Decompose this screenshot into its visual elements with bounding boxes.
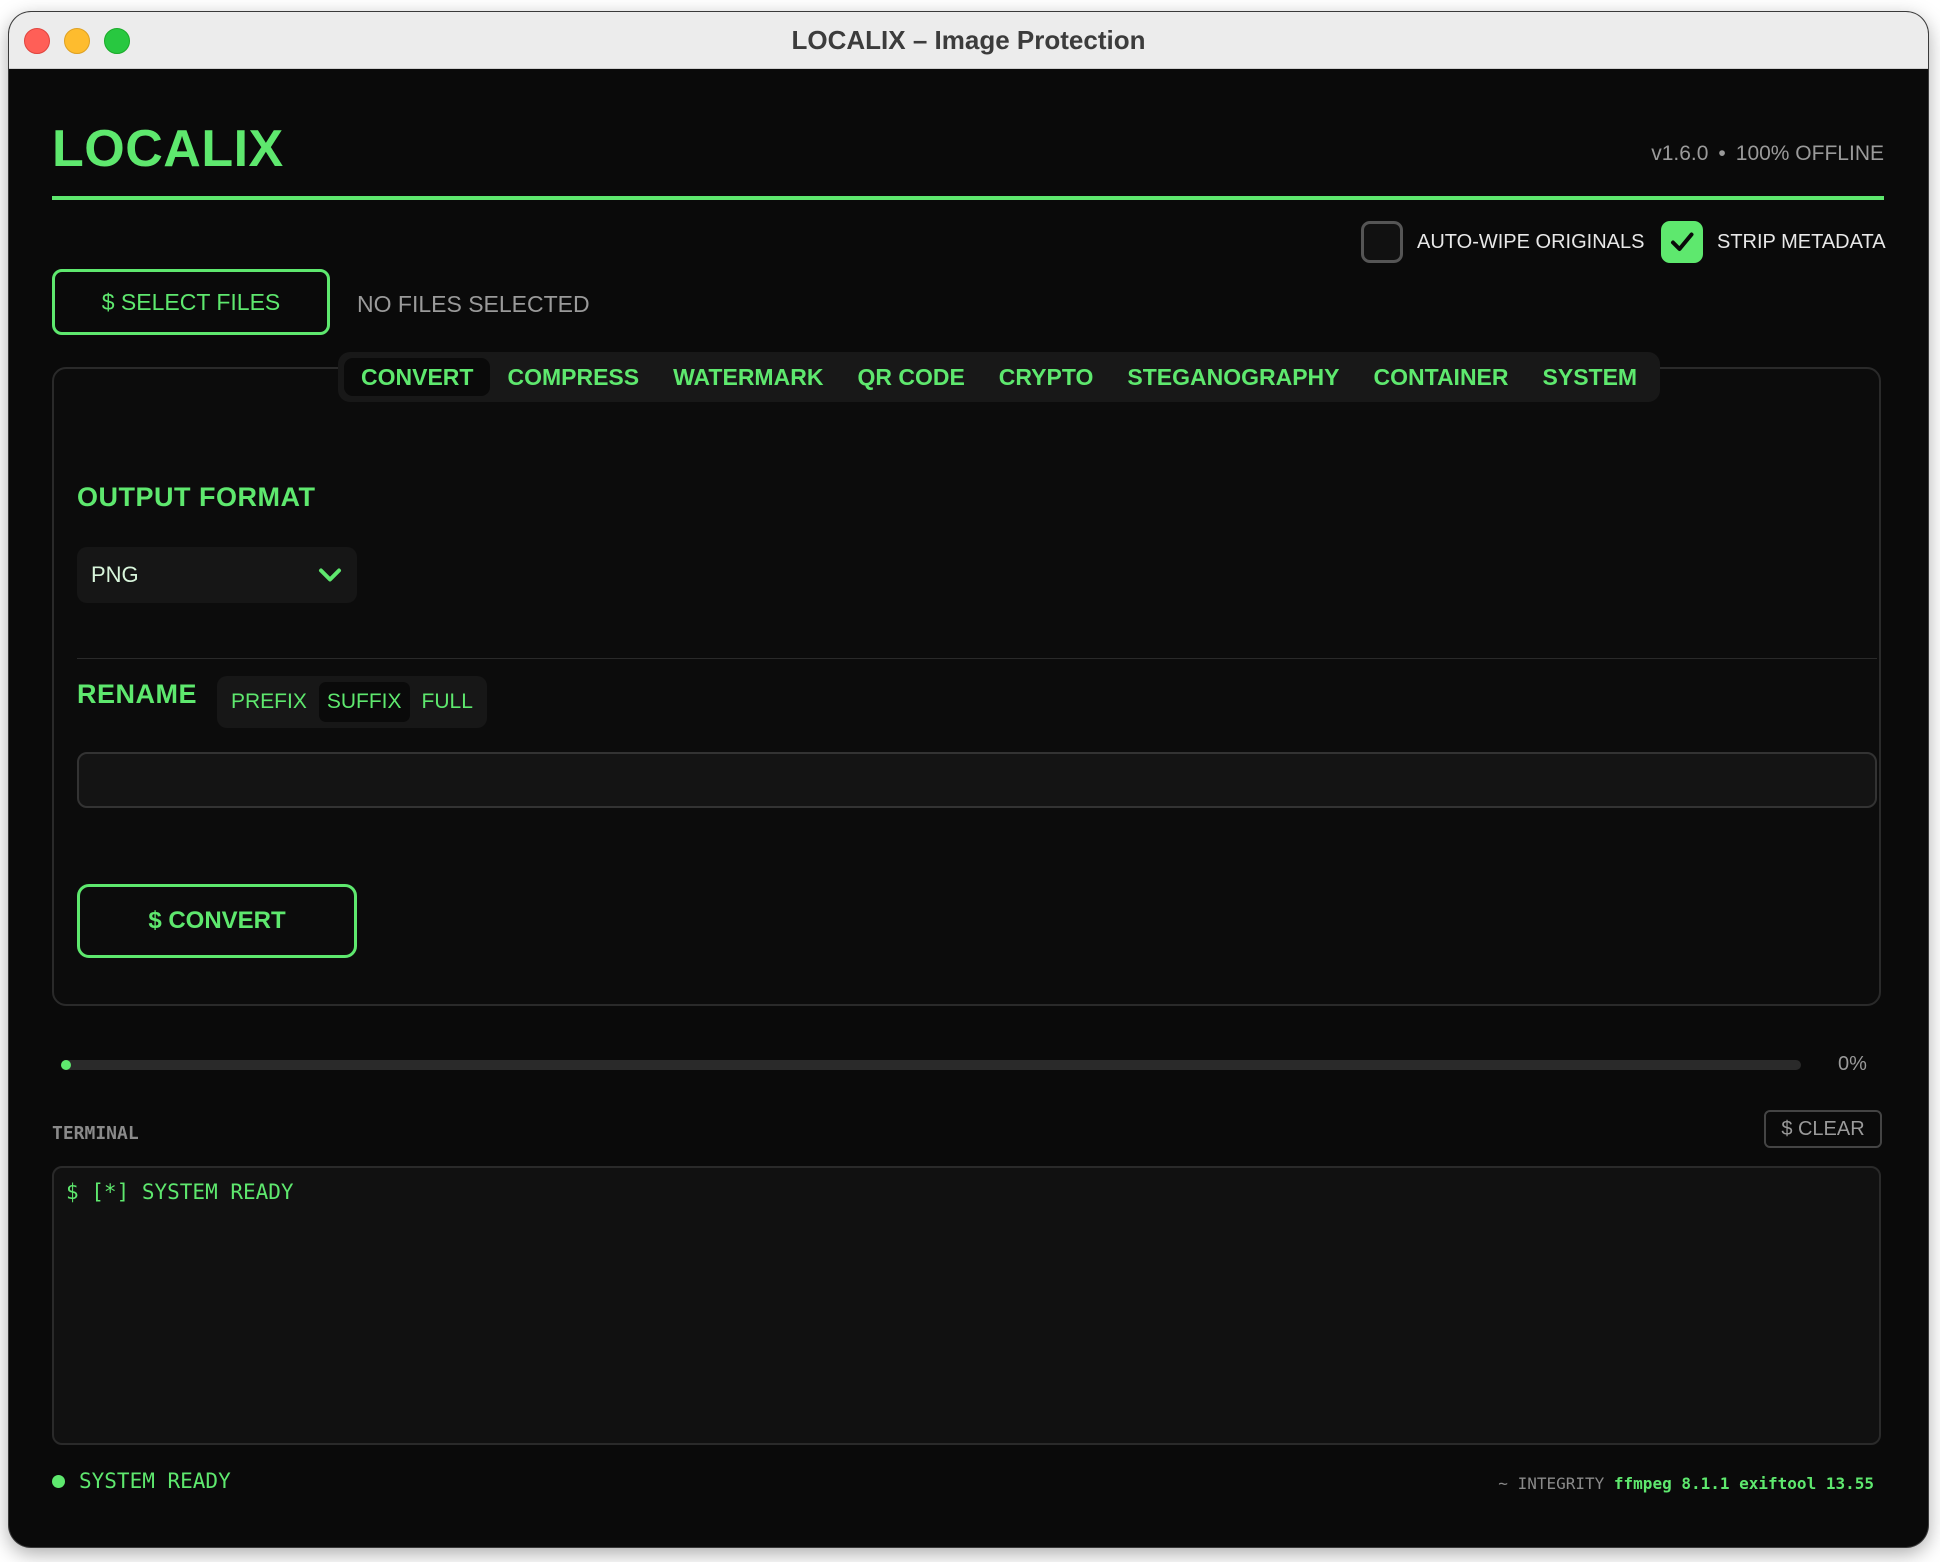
- auto-wipe-option[interactable]: AUTO-WIPE ORIGINALS: [1361, 219, 1644, 265]
- rename-mode-prefix[interactable]: PREFIX: [223, 682, 315, 722]
- terminal-label: TERMINAL: [52, 1123, 139, 1144]
- tab-container[interactable]: CONTAINER: [1357, 358, 1526, 396]
- files-status: NO FILES SELECTED: [357, 291, 590, 317]
- terminal-line: $ [*] SYSTEM READY: [66, 1180, 294, 1204]
- auto-wipe-checkbox[interactable]: [1361, 221, 1403, 263]
- tab-qr-code[interactable]: QR CODE: [840, 358, 981, 396]
- progress-bar: [61, 1060, 1801, 1070]
- rename-label: RENAME: [77, 679, 198, 709]
- integrity-label: ~ INTEGRITY: [1498, 1474, 1605, 1493]
- output-format-select[interactable]: PNG: [77, 547, 357, 603]
- tab-watermark[interactable]: WATERMARK: [656, 358, 840, 396]
- tool-tabs: CONVERT COMPRESS WATERMARK QR CODE CRYPT…: [338, 352, 1661, 402]
- chevron-down-icon: [319, 568, 341, 582]
- rename-mode-toggle: PREFIX SUFFIX FULL: [217, 676, 487, 728]
- tab-steganography[interactable]: STEGANOGRAPHY: [1110, 358, 1356, 396]
- version-label: v1.6.0: [1651, 142, 1709, 165]
- rename-input[interactable]: [77, 752, 1877, 808]
- output-format-label: OUTPUT FORMAT: [77, 482, 316, 512]
- strip-metadata-label: STRIP METADATA: [1717, 230, 1886, 253]
- integrity-info: ~ INTEGRITY ffmpeg 8.1.1 exiftool 13.55: [1498, 1474, 1874, 1493]
- tab-crypto[interactable]: CRYPTO: [982, 358, 1111, 396]
- tab-compress[interactable]: COMPRESS: [490, 358, 656, 396]
- status-indicator: SYSTEM READY: [52, 1469, 231, 1493]
- app-logo: LOCALIX: [52, 120, 284, 178]
- strip-metadata-checkbox[interactable]: [1661, 221, 1703, 263]
- progress-percent: 0%: [1838, 1053, 1867, 1075]
- select-files-button[interactable]: $ SELECT FILES: [52, 269, 330, 335]
- strip-metadata-option[interactable]: STRIP METADATA: [1661, 219, 1886, 265]
- version-info: v1.6.0 • 100% OFFLINE: [1651, 142, 1884, 166]
- auto-wipe-label: AUTO-WIPE ORIGINALS: [1417, 230, 1645, 253]
- tab-system[interactable]: SYSTEM: [1526, 358, 1655, 396]
- terminal-output[interactable]: $ [*] SYSTEM READY: [52, 1166, 1881, 1445]
- checkmark-icon: [1671, 232, 1694, 251]
- status-dot-icon: [52, 1474, 65, 1488]
- output-format-value: PNG: [91, 562, 139, 587]
- progress-fill: [61, 1060, 71, 1070]
- clear-terminal-button[interactable]: $ CLEAR: [1764, 1110, 1882, 1148]
- rename-mode-suffix[interactable]: SUFFIX: [318, 682, 410, 722]
- version-separator: •: [1718, 142, 1726, 165]
- header-divider: [52, 196, 1884, 200]
- title-bar: LOCALIX – Image Protection: [9, 12, 1928, 69]
- rename-mode-full[interactable]: FULL: [414, 682, 481, 722]
- tab-convert[interactable]: CONVERT: [344, 358, 491, 396]
- integrity-versions: ffmpeg 8.1.1 exiftool 13.55: [1613, 1474, 1874, 1493]
- offline-label: 100% OFFLINE: [1735, 142, 1884, 165]
- window-title: LOCALIX – Image Protection: [791, 25, 1146, 55]
- app-window: LOCALIX – Image Protection LOCALIX v1.6.…: [9, 12, 1928, 1547]
- section-divider: [77, 658, 1877, 659]
- app-content: LOCALIX v1.6.0 • 100% OFFLINE AUTO-WIPE OR…: [9, 69, 1928, 1547]
- convert-button[interactable]: $ CONVERT: [77, 884, 357, 958]
- status-text: SYSTEM READY: [79, 1469, 231, 1493]
